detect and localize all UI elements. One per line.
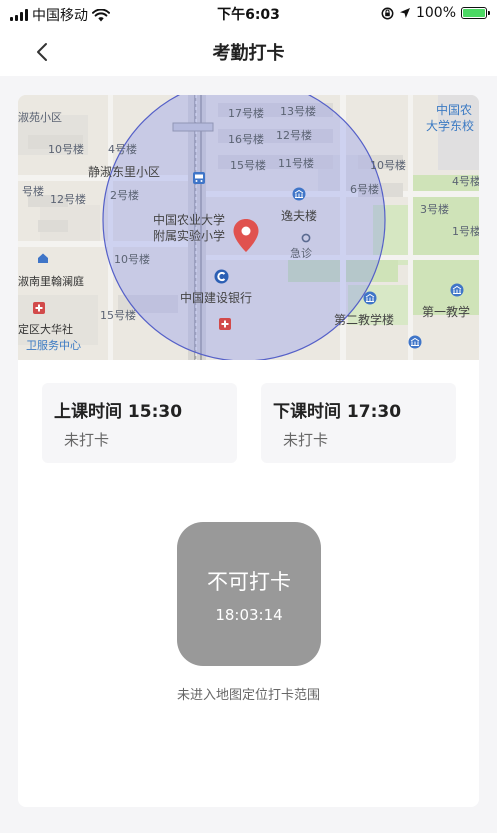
map-label: 10号楼 [48,143,84,156]
medical-icon [219,318,231,330]
map-label: 15号楼 [230,159,266,172]
nav-bar: 考勤打卡 [0,28,497,76]
map-label: 急诊 [290,247,312,260]
class-start-box: 上课时间 15:30 未打卡 [42,383,237,463]
map-label: 12号楼 [50,193,86,206]
map-label: 1号楼 [452,225,479,238]
punch-label: 不可打卡 [207,570,291,594]
map-label: 6号楼 [350,183,379,196]
location-map[interactable]: 淑苑小区 10号楼 4号楼 静淑东里小区 2号楼 12号楼 号楼 10号楼 淑南… [18,95,479,360]
class-start-status: 未打卡 [64,431,110,449]
status-right: 100% [381,5,490,21]
class-end-status: 未打卡 [283,431,329,449]
page-title: 考勤打卡 [212,43,285,64]
class-end-box: 下课时间 17:30 未打卡 [261,383,456,463]
map-label: 12号楼 [276,129,312,142]
map-label: 4号楼 [452,175,479,188]
map-label: 中国农 [436,103,473,117]
punch-clock: 18:03:14 [215,606,283,624]
map-label: 卫服务中心 [26,339,81,352]
map-label: 15号楼 [100,309,136,322]
home-icon [38,253,48,263]
map-label: 定区大华社 [18,323,73,336]
location-pin-icon [233,219,259,252]
map-label: 10号楼 [114,253,150,266]
rotation-lock-icon [381,7,394,19]
teaching-building-icon [450,283,464,297]
map-label: 17号楼 [228,107,264,120]
map-label: 中国建设银行 [180,291,253,305]
map-label: 4号楼 [108,143,137,156]
map-label: 2号楼 [110,189,139,202]
map-label: 号楼 [22,185,44,198]
map-label: 16号楼 [228,133,264,146]
map-label: 逸夫楼 [281,209,318,223]
map-label: 第二教学楼 [334,313,395,327]
hospital-icon [33,302,45,314]
map-label: 淑南里翰澜庭 [18,275,84,288]
map-label: 中国农业大学 [153,213,226,227]
bank-icon [214,269,229,284]
checkin-card: 淑苑小区 10号楼 4号楼 静淑东里小区 2号楼 12号楼 号楼 10号楼 淑南… [18,95,479,807]
map-label: 10号楼 [370,159,406,172]
punch-button[interactable]: 不可打卡 18:03:14 [177,522,321,666]
school-icon [292,187,306,201]
map-label: 11号楼 [278,157,314,170]
clinic-icon [301,233,311,243]
map-label: 静淑东里小区 [88,165,161,179]
map-label: 第一教学 [422,305,471,319]
map-label: 13号楼 [280,105,316,118]
class-end-time: 下课时间 17:30 [273,402,402,422]
map-label: 淑苑小区 [18,111,62,124]
battery-icon [461,7,490,19]
teaching-building-icon [363,291,377,305]
map-label: 3号楼 [420,203,449,216]
map-label: 附属实验小学 [153,229,226,243]
school-icon [408,335,422,349]
class-start-time: 上课时间 15:30 [54,402,183,422]
bus-stop-icon [193,172,205,184]
location-arrow-icon [399,8,410,18]
map-label: 大学东校 [426,119,475,133]
battery-percent: 100% [415,5,456,21]
range-hint: 未进入地图定位打卡范围 [176,688,320,703]
status-bar: 中国移动 下午6:03 100% [0,0,497,28]
